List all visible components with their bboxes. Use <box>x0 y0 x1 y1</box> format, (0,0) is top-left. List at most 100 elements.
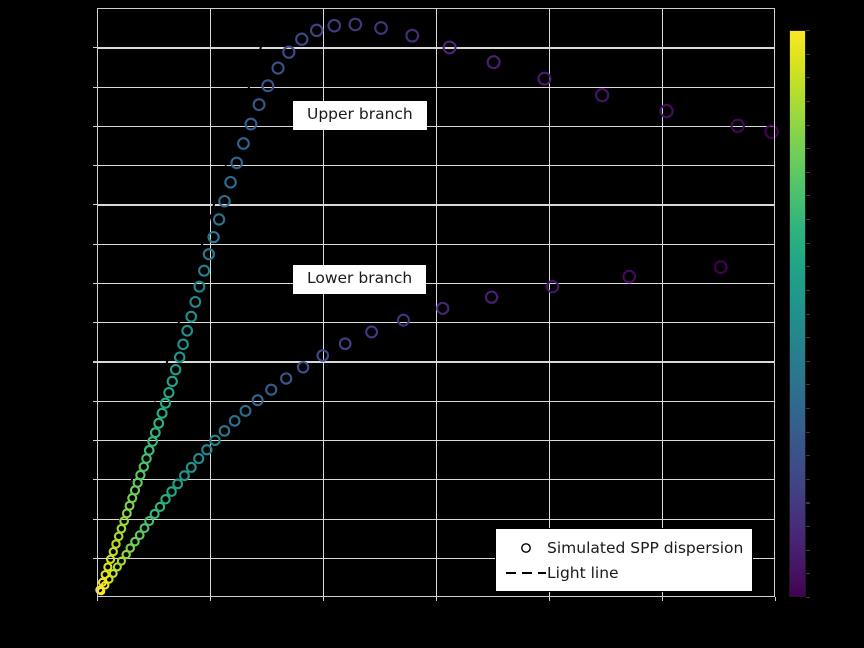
data-point <box>405 28 420 43</box>
legend-box: Simulated SPP dispersion Light line <box>495 528 754 592</box>
data-point <box>244 117 258 131</box>
axis-spine-right <box>773 8 775 597</box>
tick-x <box>662 597 664 601</box>
data-point <box>594 88 610 103</box>
colorbar-tick <box>806 408 810 410</box>
data-point <box>177 338 189 351</box>
data-point <box>153 417 165 429</box>
tick-y <box>93 125 97 127</box>
colorbar-tick <box>806 266 810 268</box>
data-point <box>295 32 309 46</box>
tick-y <box>93 518 97 520</box>
data-point <box>486 55 501 70</box>
data-point <box>185 310 198 323</box>
data-point <box>338 337 352 351</box>
data-point <box>207 230 220 244</box>
light-line-path <box>96 16 271 598</box>
scatter-plot <box>95 16 779 598</box>
colorbar-tick <box>806 478 810 480</box>
colorbar-tick <box>806 124 810 126</box>
colorbar-tick <box>806 360 810 362</box>
colorbar-tick <box>806 384 810 386</box>
data-point <box>105 554 116 564</box>
legend-row: Simulated SPP dispersion <box>505 535 743 560</box>
data-point <box>172 478 184 490</box>
colorbar-tick <box>806 597 810 599</box>
data-point <box>119 516 130 526</box>
annotation-lower-branch: Lower branch <box>293 265 427 294</box>
colorbar-tick <box>806 77 810 79</box>
data-point <box>212 213 226 226</box>
data-point <box>484 290 499 304</box>
dashed-line-icon <box>505 563 547 583</box>
data-point <box>764 124 779 139</box>
data-point <box>163 387 175 399</box>
data-point <box>296 361 310 374</box>
data-point <box>218 425 231 437</box>
data-point <box>185 461 197 473</box>
legend-row: Light line <box>505 560 743 585</box>
tick-y <box>93 165 97 167</box>
tick-x <box>323 597 325 601</box>
data-point <box>189 295 202 308</box>
tick-x <box>436 597 438 601</box>
colorbar-tick <box>806 502 810 504</box>
tick-y <box>93 282 97 285</box>
colorbar-tick <box>806 30 810 32</box>
tick-y <box>93 86 97 88</box>
data-point <box>316 349 330 362</box>
data-point <box>265 383 278 396</box>
tick-y <box>93 243 97 245</box>
data-point <box>209 434 221 447</box>
tick-y <box>93 361 97 363</box>
annotation-upper-branch: Upper branch <box>293 101 427 130</box>
colorbar-tick <box>806 171 810 173</box>
colorbar-frame <box>789 30 806 597</box>
data-point <box>396 313 410 327</box>
data-point <box>193 280 206 293</box>
data-point <box>659 103 674 119</box>
data-point <box>218 194 231 208</box>
data-point <box>193 452 205 465</box>
data-point <box>135 469 146 481</box>
colorbar-tick <box>806 53 810 55</box>
data-point <box>143 445 155 456</box>
data-point <box>201 444 213 456</box>
data-point <box>327 18 342 33</box>
data-point <box>228 415 241 427</box>
data-point <box>224 176 237 189</box>
data-point <box>537 71 552 86</box>
tick-y <box>93 322 97 324</box>
colorbar-tick <box>806 455 810 457</box>
colorbar-tick <box>806 431 810 433</box>
colorbar-tick <box>806 289 810 291</box>
data-point <box>239 404 252 417</box>
data-point <box>251 394 264 407</box>
data-point <box>156 407 168 419</box>
colorbar-tick <box>806 100 810 102</box>
data-point <box>271 61 285 75</box>
tick-x <box>210 597 212 601</box>
data-point <box>160 494 171 505</box>
data-point <box>198 264 211 277</box>
data-point <box>280 372 293 385</box>
tick-y <box>93 400 97 402</box>
tick-y <box>93 479 97 481</box>
data-point <box>374 21 388 35</box>
legend-label-simulated: Simulated SPP dispersion <box>547 538 744 557</box>
colorbar-tick <box>806 195 810 197</box>
data-point <box>147 436 158 447</box>
data-point <box>622 269 637 284</box>
colorbar-tick <box>806 337 810 339</box>
data-point <box>442 40 457 55</box>
data-point <box>169 363 182 376</box>
data-point <box>173 351 186 364</box>
data-point <box>261 79 275 93</box>
tick-y <box>93 204 97 206</box>
data-point <box>111 539 121 549</box>
tick-x <box>775 597 777 601</box>
data-point <box>365 325 379 339</box>
data-point <box>149 427 161 439</box>
data-point <box>202 248 215 261</box>
data-point <box>181 324 194 337</box>
